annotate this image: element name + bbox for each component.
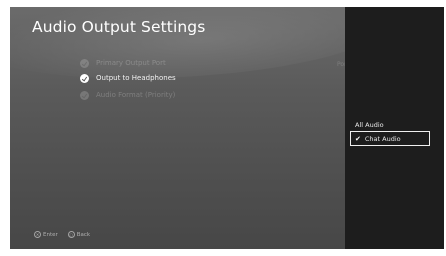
menu-item-label: Output to Headphones <box>96 74 176 82</box>
option-chat-audio[interactable]: ✔ Chat Audio <box>350 131 430 146</box>
enter-hint: ✕ Enter <box>34 231 58 238</box>
back-label: Back <box>76 231 91 238</box>
setting-bullet-icon <box>80 73 89 83</box>
footer-hints: ✕ Enter ○ Back <box>34 231 90 238</box>
checkmark-icon: ✔ <box>355 134 361 143</box>
option-label: All Audio <box>355 121 384 129</box>
back-hint: ○ Back <box>67 231 91 238</box>
menu-item-label: Audio Format (Priority) <box>96 91 176 99</box>
options-side-panel: All Audio ✔ Chat Audio <box>345 7 444 249</box>
page-title: Audio Output Settings <box>32 18 206 36</box>
circle-button-icon: ○ <box>67 231 75 238</box>
setting-bullet-icon <box>80 58 89 68</box>
menu-item-output-to-headphones[interactable]: Output to Headphones <box>80 71 176 85</box>
settings-screen: Audio Output Settings Primary Output Por… <box>10 7 444 249</box>
menu-item-primary-output-port[interactable]: Primary Output Port <box>80 56 166 70</box>
menu-item-audio-format[interactable]: Audio Format (Priority) <box>80 88 175 102</box>
enter-label: Enter <box>43 231 58 238</box>
setting-bullet-icon <box>80 90 89 100</box>
cross-button-icon: ✕ <box>34 231 41 238</box>
option-label: Chat Audio <box>364 134 401 143</box>
option-all-audio[interactable]: All Audio <box>355 121 384 129</box>
menu-item-label: Primary Output Port <box>96 59 166 67</box>
